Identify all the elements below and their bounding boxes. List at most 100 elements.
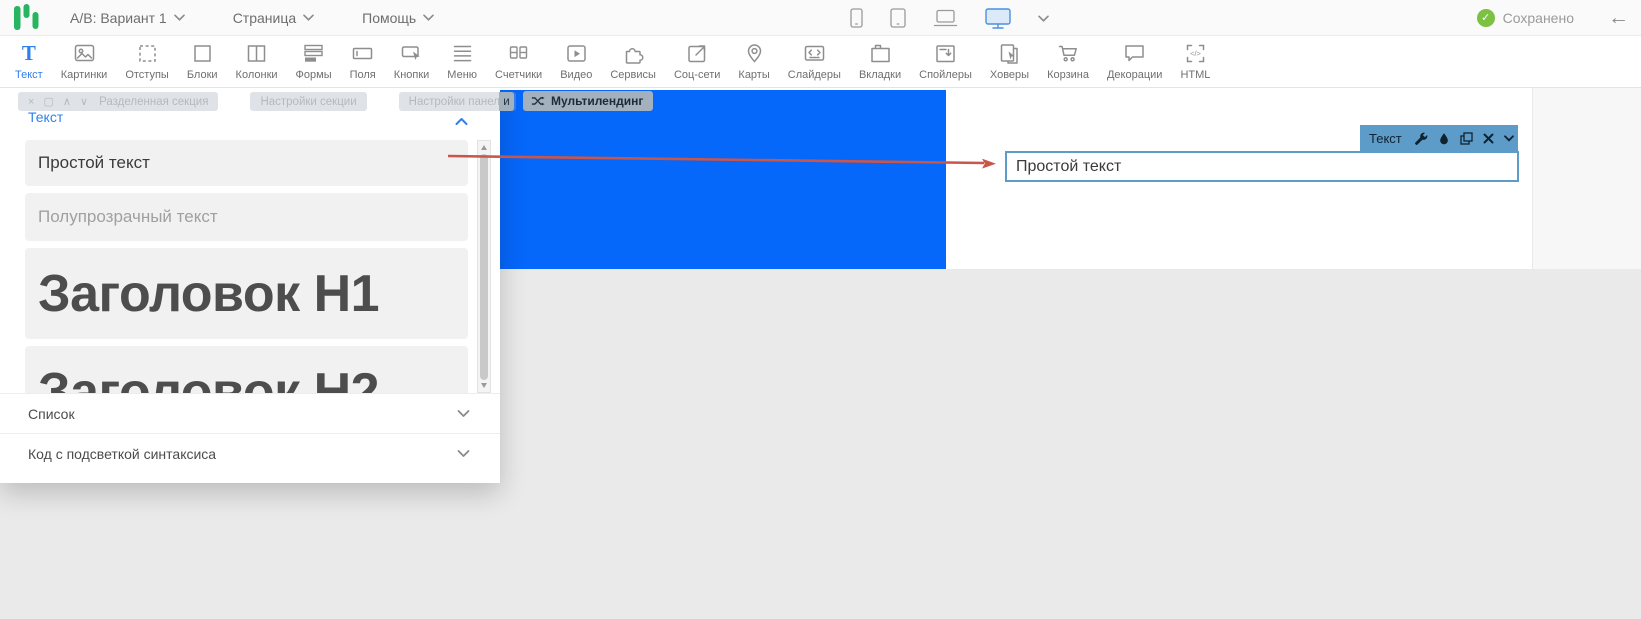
canvas-right-edge — [1532, 88, 1641, 269]
puzzle-icon — [622, 42, 645, 66]
tool-html[interactable]: </> HTML — [1171, 36, 1219, 87]
menu-ab-variant[interactable]: A/B: Вариант 1 — [70, 10, 185, 26]
duplicate-icon[interactable] — [1460, 132, 1473, 145]
wrench-icon[interactable] — [1414, 132, 1428, 146]
tool-counters[interactable]: Счетчики — [486, 36, 551, 87]
tool-decorations[interactable]: Декорации — [1098, 36, 1171, 87]
text-tool-icon: T — [22, 43, 36, 64]
tool-maps[interactable]: Карты — [729, 36, 778, 87]
scroll-down-arrow-icon[interactable] — [481, 383, 487, 388]
menu-ab-variant-label: A/B: Вариант 1 — [70, 10, 167, 26]
list-item-heading-h2[interactable]: Заголовок H2 — [25, 346, 468, 393]
hamburger-icon — [451, 42, 474, 66]
form-fields-icon — [302, 42, 325, 66]
share-arrow-icon — [686, 42, 709, 66]
tool-spacing[interactable]: Отступы — [116, 36, 178, 87]
tool-cart[interactable]: Корзина — [1038, 36, 1098, 87]
tabbed-box-icon — [869, 42, 892, 66]
topbar-menus: A/B: Вариант 1 Страница Помощь — [70, 10, 434, 26]
phone-preview-icon[interactable] — [850, 8, 863, 28]
canvas-workspace: × ▢ ∧ ∨ Разделенная секция Настройки сек… — [0, 88, 1641, 619]
topbar: A/B: Вариант 1 Страница Помощь — [0, 0, 1641, 36]
droplet-icon[interactable] — [1438, 132, 1450, 146]
panel-title: Текст — [28, 109, 63, 125]
laptop-preview-icon[interactable] — [933, 9, 958, 27]
tool-video[interactable]: Видео — [551, 36, 601, 87]
multilanding-badge[interactable]: Мультилендинг — [523, 91, 653, 111]
element-toolbar: Текст — [1360, 125, 1518, 152]
input-field-icon — [351, 42, 374, 66]
chevron-down-icon — [457, 449, 470, 458]
list-item-heading-h1[interactable]: Заголовок H1 — [25, 248, 468, 339]
page-builder-app: A/B: Вариант 1 Страница Помощь — [0, 0, 1641, 619]
list-item-plain-text[interactable]: Простой текст — [25, 140, 468, 186]
menu-page[interactable]: Страница — [233, 10, 314, 26]
tool-text[interactable]: T Текст — [6, 36, 52, 87]
dashed-box-icon — [136, 42, 159, 66]
panel-scrollbar[interactable] — [477, 140, 491, 393]
tool-services[interactable]: Сервисы — [601, 36, 665, 87]
topbar-right: ✓ Сохранено ← — [1477, 7, 1629, 28]
tool-tabs[interactable]: Вкладки — [850, 36, 910, 87]
saved-status: Сохранено — [1503, 10, 1574, 26]
svg-text:</>: </> — [1190, 49, 1201, 58]
desktop-preview-icon[interactable] — [985, 8, 1011, 29]
selected-text-element[interactable]: Простой текст — [1005, 151, 1519, 182]
chevron-down-icon — [303, 14, 314, 21]
section-settings-button[interactable]: Настройки секции — [250, 92, 366, 111]
speech-bubble-icon — [1123, 42, 1146, 66]
section-toolbar-ghost: × ▢ ∧ ∨ Разделенная секция Настройки сек… — [18, 92, 516, 111]
tool-images[interactable]: Картинки — [52, 36, 117, 87]
menu-page-label: Страница — [233, 10, 296, 26]
tool-blocks[interactable]: Блоки — [178, 36, 227, 87]
tool-spoilers[interactable]: Спойлеры — [910, 36, 981, 87]
element-type-label: Текст — [1369, 131, 1402, 146]
box-icon — [191, 42, 214, 66]
map-pin-icon — [743, 42, 766, 66]
element-toolbar-ribbon: T Текст Картинки Отступы Блоки Колонки Ф… — [0, 36, 1641, 88]
menu-help-label: Помощь — [362, 10, 416, 26]
delete-x-icon[interactable] — [1483, 133, 1494, 144]
device-preview-switcher — [850, 0, 1049, 36]
chevron-down-icon — [457, 409, 470, 418]
tool-columns[interactable]: Колонки — [227, 36, 287, 87]
saved-check-icon: ✓ — [1477, 9, 1495, 27]
app-logo-icon[interactable] — [14, 2, 40, 34]
section-label: Разделенная секция — [99, 96, 208, 108]
section-label-badge[interactable]: × ▢ ∧ ∨ Разделенная секция — [18, 92, 218, 111]
tool-forms[interactable]: Формы — [287, 36, 341, 87]
video-play-icon — [565, 42, 588, 66]
spoiler-arrow-icon — [934, 42, 957, 66]
chevron-down-icon — [423, 14, 434, 21]
accordion-list[interactable]: Список — [0, 393, 500, 433]
chevron-down-icon — [174, 14, 185, 21]
device-menu-chevron-icon[interactable] — [1038, 15, 1049, 22]
tool-sliders[interactable]: Слайдеры — [779, 36, 850, 87]
columns-icon — [245, 42, 268, 66]
tool-buttons[interactable]: Кнопки — [385, 36, 439, 87]
tablet-preview-icon[interactable] — [890, 8, 906, 28]
tool-menu[interactable]: Меню — [438, 36, 486, 87]
list-item-translucent-text[interactable]: Полупрозрачный текст — [25, 193, 468, 241]
collapse-chevron-up-icon[interactable] — [455, 113, 468, 131]
tool-hovers[interactable]: Ховеры — [981, 36, 1038, 87]
text-elements-panel: Текст Простой текст Полупрозрачный текст… — [0, 88, 500, 483]
section-action-icons: × ▢ ∧ ∨ — [28, 95, 91, 108]
layers-cursor-icon — [998, 42, 1021, 66]
button-cursor-icon — [400, 42, 423, 66]
shopping-cart-icon — [1057, 42, 1080, 66]
shuffle-icon — [531, 95, 545, 107]
element-menu-chevron-icon[interactable] — [1504, 135, 1514, 142]
code-brackets-icon: </> — [1184, 42, 1207, 66]
panel-settings-button-tail[interactable]: и — [499, 92, 514, 111]
tool-fields[interactable]: Поля — [341, 36, 385, 87]
menu-help[interactable]: Помощь — [362, 10, 434, 26]
scrollbar-thumb[interactable] — [480, 154, 488, 380]
back-arrow-icon[interactable]: ← — [1608, 7, 1629, 28]
accordion-code-highlight[interactable]: Код с подсветкой синтаксиса — [0, 433, 500, 473]
tool-social[interactable]: Соц-сети — [665, 36, 729, 87]
image-icon — [73, 42, 96, 66]
text-variants-list: Простой текст Полупрозрачный текст Загол… — [0, 140, 500, 393]
flip-counter-icon — [507, 42, 530, 66]
scroll-up-arrow-icon[interactable] — [481, 145, 487, 150]
